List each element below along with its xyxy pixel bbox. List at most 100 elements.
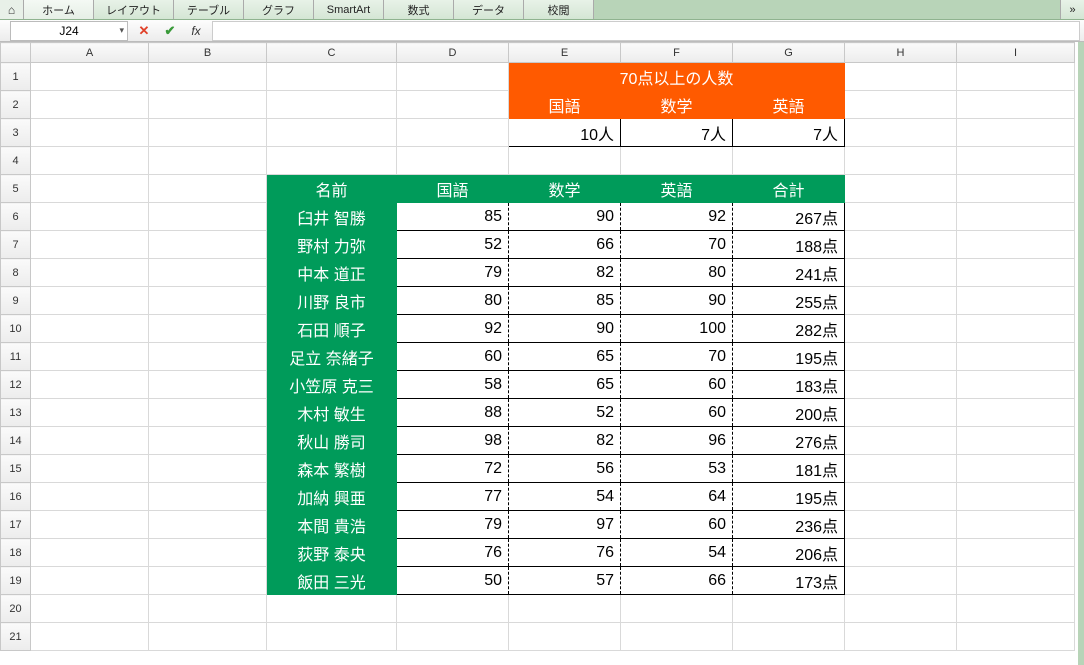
col-header[interactable]: I: [957, 43, 1075, 63]
row-header[interactable]: 21: [1, 623, 31, 651]
score-cell: 50: [397, 567, 509, 595]
row-header[interactable]: 3: [1, 119, 31, 147]
name-cell: 荻野 泰央: [267, 539, 397, 567]
summary-count: 7人: [621, 119, 733, 147]
row-header[interactable]: 5: [1, 175, 31, 203]
table-row: 21: [1, 623, 1075, 651]
col-header[interactable]: G: [733, 43, 845, 63]
summary-label: 数学: [621, 91, 733, 119]
score-cell: 60: [621, 371, 733, 399]
table-row: 7野村 力弥526670188点: [1, 231, 1075, 259]
tab-table[interactable]: テーブル: [174, 0, 244, 19]
name-cell: 川野 良市: [267, 287, 397, 315]
col-header[interactable]: D: [397, 43, 509, 63]
tab-review[interactable]: 校閲: [524, 0, 594, 19]
name-cell: 足立 奈緒子: [267, 343, 397, 371]
score-cell: 66: [509, 231, 621, 259]
name-box-dropdown-icon[interactable]: ▾: [119, 25, 124, 36]
score-cell: 79: [397, 259, 509, 287]
col-header[interactable]: E: [509, 43, 621, 63]
score-cell: 97: [509, 511, 621, 539]
right-edge-stripe: [1078, 42, 1084, 665]
tab-home[interactable]: ホーム: [24, 0, 94, 19]
summary-count: 7人: [733, 119, 845, 147]
table-header: 数学: [509, 175, 621, 203]
score-cell: 80: [397, 287, 509, 315]
score-cell: 98: [397, 427, 509, 455]
score-cell: 76: [509, 539, 621, 567]
score-cell: 52: [509, 399, 621, 427]
total-cell: 200点: [733, 399, 845, 427]
home-icon[interactable]: ⌂: [0, 0, 24, 19]
total-cell: 241点: [733, 259, 845, 287]
total-cell: 276点: [733, 427, 845, 455]
total-cell: 183点: [733, 371, 845, 399]
row-header[interactable]: 7: [1, 231, 31, 259]
tab-layout[interactable]: レイアウト: [94, 0, 174, 19]
name-cell: 臼井 智勝: [267, 203, 397, 231]
row-header[interactable]: 12: [1, 371, 31, 399]
score-cell: 70: [621, 343, 733, 371]
row-header[interactable]: 20: [1, 595, 31, 623]
row-header[interactable]: 9: [1, 287, 31, 315]
row-header[interactable]: 1: [1, 63, 31, 91]
row-header[interactable]: 10: [1, 315, 31, 343]
row-header[interactable]: 19: [1, 567, 31, 595]
spreadsheet[interactable]: A B C D E F G H I 170点以上の人数2国語数学英語310人7人…: [0, 42, 1075, 651]
total-cell: 195点: [733, 483, 845, 511]
row-header[interactable]: 16: [1, 483, 31, 511]
tab-data[interactable]: データ: [454, 0, 524, 19]
formula-input[interactable]: [212, 21, 1080, 41]
row-header[interactable]: 2: [1, 91, 31, 119]
name-box[interactable]: J24 ▾: [10, 21, 128, 41]
row-header[interactable]: 6: [1, 203, 31, 231]
table-header: 合計: [733, 175, 845, 203]
select-all-corner[interactable]: [1, 43, 31, 63]
score-cell: 52: [397, 231, 509, 259]
score-cell: 80: [621, 259, 733, 287]
table-row: 2国語数学英語: [1, 91, 1075, 119]
total-cell: 236点: [733, 511, 845, 539]
row-header[interactable]: 4: [1, 147, 31, 175]
column-header-row: A B C D E F G H I: [1, 43, 1075, 63]
score-cell: 90: [509, 315, 621, 343]
score-cell: 92: [397, 315, 509, 343]
tab-chart[interactable]: グラフ: [244, 0, 314, 19]
ribbon-overflow-icon[interactable]: »: [1060, 0, 1084, 19]
table-row: 14秋山 勝司988296276点: [1, 427, 1075, 455]
row-header[interactable]: 14: [1, 427, 31, 455]
score-cell: 82: [509, 259, 621, 287]
row-header[interactable]: 8: [1, 259, 31, 287]
row-header[interactable]: 13: [1, 399, 31, 427]
tab-smartart[interactable]: SmartArt: [314, 0, 384, 19]
row-header[interactable]: 17: [1, 511, 31, 539]
table-row: 12小笠原 克三586560183点: [1, 371, 1075, 399]
confirm-icon[interactable]: ✔: [160, 21, 180, 41]
name-cell: 中本 道正: [267, 259, 397, 287]
name-cell: 本間 貴浩: [267, 511, 397, 539]
score-cell: 88: [397, 399, 509, 427]
score-cell: 76: [397, 539, 509, 567]
score-cell: 82: [509, 427, 621, 455]
row-header[interactable]: 11: [1, 343, 31, 371]
table-row: 6臼井 智勝859092267点: [1, 203, 1075, 231]
name-cell: 野村 力弥: [267, 231, 397, 259]
score-cell: 77: [397, 483, 509, 511]
row-header[interactable]: 18: [1, 539, 31, 567]
col-header[interactable]: F: [621, 43, 733, 63]
summary-label: 国語: [509, 91, 621, 119]
tab-formula[interactable]: 数式: [384, 0, 454, 19]
col-header[interactable]: A: [31, 43, 149, 63]
fx-icon[interactable]: fx: [186, 21, 206, 41]
cancel-icon[interactable]: ✕: [134, 21, 154, 41]
total-cell: 255点: [733, 287, 845, 315]
score-cell: 79: [397, 511, 509, 539]
table-row: 11足立 奈緒子606570195点: [1, 343, 1075, 371]
total-cell: 206点: [733, 539, 845, 567]
col-header[interactable]: H: [845, 43, 957, 63]
score-cell: 65: [509, 371, 621, 399]
row-header[interactable]: 15: [1, 455, 31, 483]
col-header[interactable]: B: [149, 43, 267, 63]
summary-title: 70点以上の人数: [509, 63, 845, 91]
col-header[interactable]: C: [267, 43, 397, 63]
